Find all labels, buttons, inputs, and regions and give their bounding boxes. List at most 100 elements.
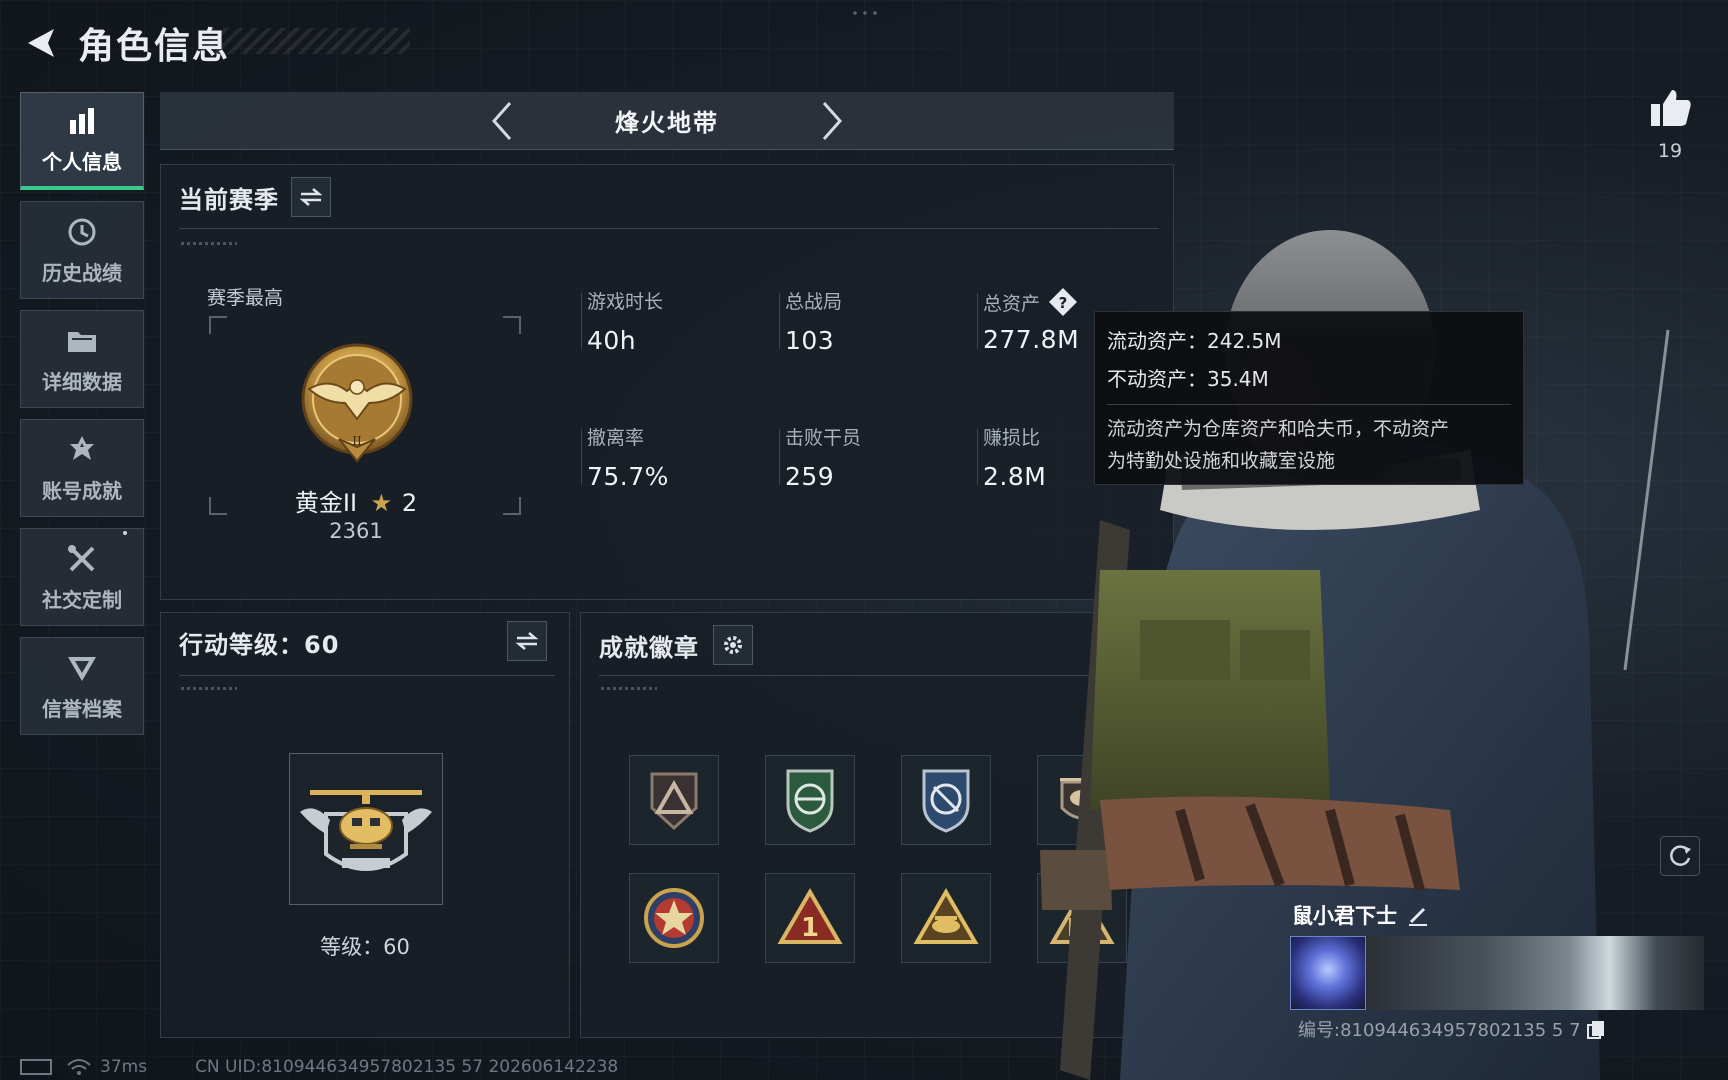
tooltip-divider [1107,404,1511,405]
nav-item-achievements[interactable]: 账号成就 [20,419,144,517]
stat-divider [977,293,978,349]
avatar[interactable] [1290,936,1366,1010]
level-panel-header: 行动等级：60 [179,625,339,660]
gold-rank-emblem-icon: II [299,341,415,465]
gear-icon [724,636,742,654]
rotate-model-button[interactable] [1660,836,1700,876]
stat-divider [779,429,780,485]
tooltip-description-line-2: 为特勤处设施和收藏室设施 [1107,450,1336,472]
level-text: 等级：60 [320,935,410,959]
nav-item-personal-info[interactable]: 个人信息 [20,92,144,190]
player-id-row: 编号:810944634957802135 5 7 [1298,1016,1607,1042]
action-level-panel: 行动等级：60 等级：60 [160,612,570,1038]
svg-text:II: II [352,434,362,448]
stat-play-time: 游戏时长 40h [581,287,767,355]
star-icon: ★ [370,489,393,517]
rank-score: 2361 [329,519,383,543]
chevron-left-icon [491,102,512,140]
season-switch-button[interactable] [291,177,331,217]
badges-panel-header: 成就徽章 [599,625,753,665]
swap-icon [299,188,323,206]
status-bar: 37ms CN UID:810944634957802135 57 202606… [20,1055,618,1079]
helicopter-level-emblem-icon [300,790,432,871]
stat-total-matches: 总战局 103 [779,287,965,355]
reputation-icon [65,651,99,685]
swap-icon [515,632,539,650]
gold-triangle-icon [913,888,979,944]
bar-chart-icon [65,104,99,138]
copy-icon[interactable] [1585,1018,1607,1040]
nav-item-social[interactable]: 社交定制 [20,528,144,626]
nav-label: 社交定制 [42,587,122,612]
like-button[interactable]: 19 [1640,86,1700,162]
divider-tick [601,687,657,690]
achievement-icon [65,433,99,467]
chevron-right-icon [822,102,843,140]
star-medal-icon [644,888,704,948]
badges-settings-button[interactable] [713,625,753,665]
like-count: 19 [1657,140,1683,162]
number-one-icon: 1 [777,888,843,944]
namecard-banner[interactable] [1366,936,1704,1010]
stat-divider [977,429,978,485]
tooltip-fixed-assets: 不动资产：35.4M [1107,367,1269,391]
header: 角色信息 [20,18,230,68]
level-title: 行动等级：60 [179,631,340,659]
frame-corner [503,316,521,334]
tooltip-description-line-1: 流动资产为仓库资产和哈夫币，不动资产 [1107,418,1450,440]
stat-label: 游戏时长 [587,291,664,313]
nav-label: 个人信息 [42,150,122,174]
nav-item-history[interactable]: 历史战绩 [20,201,144,299]
svg-text:1: 1 [801,913,819,943]
tools-icon [65,542,99,576]
assets-tooltip: 流动资产：242.5M 不动资产：35.4M 流动资产为仓库资产和哈夫币，不动资… [1094,311,1524,485]
stat-operators-defeated: 击败干员 259 [779,423,965,491]
player-id: 编号:810944634957802135 5 7 [1298,1020,1581,1041]
side-nav: 个人信息 历史战绩 详细数据 账号成就 社交定制 信誉档案 [20,92,144,746]
notification-dot [123,531,127,535]
thumbs-up-icon [1651,90,1691,126]
badges-title: 成就徽章 [599,633,699,662]
triangle-emblem-icon [650,772,698,831]
tooltip-liquid-assets: 流动资产：242.5M [1107,329,1282,353]
rank-name: 黄金II [294,489,358,517]
mode-prev-button[interactable] [482,100,522,142]
back-button[interactable] [20,21,64,65]
badge-triangle-emblem[interactable] [629,755,719,845]
player-name: 鼠小君下士 [1292,904,1397,928]
nav-label: 账号成就 [42,478,122,503]
badge-gold-triangle[interactable] [901,873,991,963]
stat-label: 撤离率 [587,427,645,449]
wifi-icon [67,1059,91,1075]
frame-corner [209,316,227,334]
season-panel-header: 当前赛季 [179,177,331,217]
battery-icon [20,1059,52,1075]
badge-number-one[interactable]: 1 [765,873,855,963]
divider [179,675,555,676]
nav-label: 详细数据 [42,369,122,394]
page-title: 角色信息 [78,26,231,67]
refresh-icon [1670,845,1691,866]
uid-text: CN UID:810944634957802135 57 20260614223… [195,1057,619,1077]
green-shield-icon [786,769,834,833]
level-switch-button[interactable] [507,621,547,661]
nav-item-reputation[interactable]: 信誉档案 [20,637,144,735]
edit-pencil-icon[interactable] [1407,904,1429,926]
stat-divider [581,293,582,349]
back-arrow-icon [28,29,54,57]
badge-star-medal[interactable] [629,873,719,963]
stat-label: 击败干员 [785,427,862,449]
frame-corner [503,497,521,515]
stat-extraction-rate: 撤离率 75.7% [581,423,767,491]
stat-value: 75.7% [587,462,669,491]
badge-green-shield[interactable] [765,755,855,845]
mode-selector: 烽火地带 [160,92,1174,150]
nav-item-details[interactable]: 详细数据 [20,310,144,408]
stat-label: 总战局 [785,291,843,313]
mode-next-button[interactable] [812,100,852,142]
stat-value: 40h [587,326,637,355]
nav-label: 信誉档案 [42,696,122,721]
title-decoration [210,28,410,54]
player-name-row: 鼠小君下士 [1292,900,1429,930]
badge-blue-shield[interactable] [901,755,991,845]
